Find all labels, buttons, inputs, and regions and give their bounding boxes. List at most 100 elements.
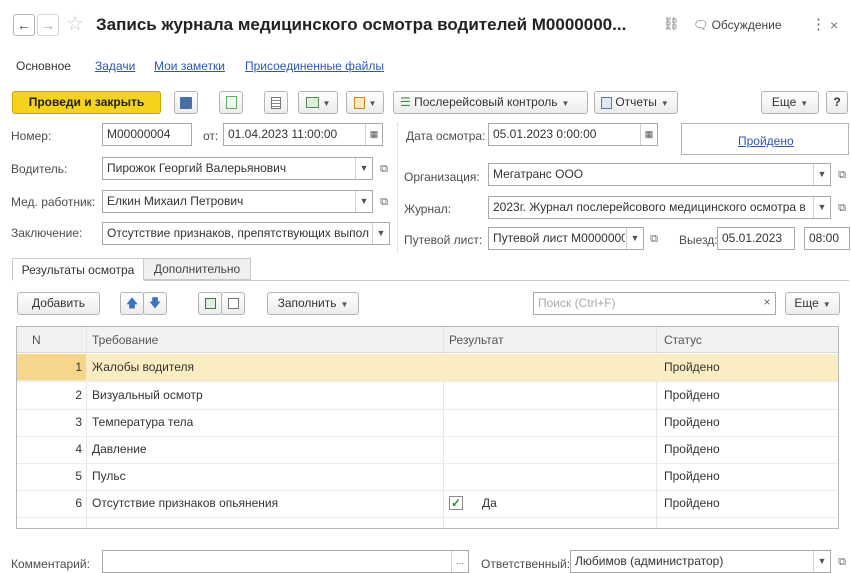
- from-date-field[interactable]: 01.04.2023 11:00:00 ▦: [223, 123, 383, 146]
- kebab-menu-icon[interactable]: ⋮: [811, 14, 826, 36]
- open-responsible-icon[interactable]: ⧉: [835, 555, 849, 569]
- post-and-close-label: Проведи и закрыть: [28, 95, 145, 109]
- save-button[interactable]: [174, 91, 198, 114]
- status-link[interactable]: Пройдено: [738, 134, 794, 148]
- chevron-down-icon[interactable]: ▼: [813, 551, 830, 572]
- departure-time-field[interactable]: 08:00: [804, 227, 850, 250]
- search-clear-button[interactable]: ×: [758, 292, 776, 315]
- checklist-icon: ☰: [400, 95, 411, 109]
- row-number: 4: [75, 442, 82, 456]
- chevron-down-icon[interactable]: ▼: [355, 158, 372, 179]
- column-header-n[interactable]: N: [32, 333, 41, 347]
- uncheck-all-icon: [227, 298, 239, 310]
- conclusion-field[interactable]: Отсутствие признаков, препятствующих вып…: [102, 222, 390, 245]
- medic-value: Елкин Михаил Петрович: [107, 194, 244, 208]
- waybill-field[interactable]: Путевой лист М0000000 ▼: [488, 227, 644, 250]
- requirement-cell: Давление: [92, 442, 147, 456]
- table-more-button[interactable]: Еще ▼: [785, 292, 840, 315]
- row-number: 5: [75, 469, 82, 483]
- back-button[interactable]: ←: [13, 14, 35, 36]
- requirement-cell: Температура тела: [92, 415, 194, 429]
- post-and-close-button[interactable]: Проведи и закрыть: [12, 91, 161, 114]
- exam-date-field[interactable]: 05.01.2023 0:00:00 ▦: [488, 123, 658, 146]
- medic-field[interactable]: Елкин Михаил Петрович ▼: [102, 190, 373, 213]
- journal-field[interactable]: 2023г. Журнал послерейсового медицинског…: [488, 196, 831, 219]
- result-checkbox[interactable]: ✓: [449, 496, 463, 510]
- open-waybill-icon[interactable]: ⧉: [647, 232, 661, 246]
- post-button[interactable]: [219, 91, 243, 114]
- discussion-label: Обсуждение: [711, 18, 782, 32]
- column-header-requirement[interactable]: Требование: [92, 333, 158, 347]
- calendar-icon[interactable]: ▦: [640, 124, 657, 145]
- responsible-label: Ответственный:: [481, 557, 571, 571]
- driver-field[interactable]: Пирожок Георгий Валерьянович ▼: [102, 157, 373, 180]
- tab-additional[interactable]: Дополнительно: [144, 258, 251, 280]
- column-header-status[interactable]: Статус: [664, 333, 702, 347]
- discussion-button[interactable]: 🗨 Обсуждение: [693, 14, 782, 36]
- responsible-field[interactable]: Любимов (администратор) ▼: [570, 550, 831, 573]
- create-based-icon: [353, 96, 365, 109]
- tab-main[interactable]: Основное: [16, 59, 71, 73]
- tab-tasks[interactable]: Задачи: [95, 59, 135, 73]
- open-medic-icon[interactable]: ⧉: [377, 195, 391, 209]
- chevron-down-icon[interactable]: ▼: [626, 228, 643, 249]
- post-trip-control-button[interactable]: ☰ Послерейсовый контроль ▼: [393, 91, 588, 114]
- forward-button[interactable]: →: [37, 14, 59, 36]
- link-icon[interactable]: ⛓: [663, 16, 680, 32]
- create-based-button[interactable]: ▼: [346, 91, 384, 114]
- search-input[interactable]: Поиск (Ctrl+F): [533, 292, 776, 315]
- exam-date-value: 05.01.2023 0:00:00: [493, 127, 597, 141]
- close-icon[interactable]: ×: [830, 14, 838, 36]
- comment-field[interactable]: …: [102, 550, 469, 573]
- organization-value: Мегатранс ООО: [493, 167, 584, 181]
- requirement-cell: Пульс: [92, 469, 126, 483]
- tab-additional-label: Дополнительно: [153, 262, 241, 276]
- driver-label: Водитель:: [11, 162, 68, 176]
- more-actions-button[interactable]: Еще ▼: [761, 91, 819, 114]
- tab-exam-results[interactable]: Результаты осмотра: [12, 258, 144, 281]
- table-row[interactable]: 2 Визуальный осмотр Пройдено: [17, 382, 838, 410]
- chevron-down-icon[interactable]: ▼: [813, 197, 830, 218]
- window-title: Запись журнала медицинского осмотра води…: [96, 15, 627, 34]
- column-header-result[interactable]: Результат: [449, 333, 504, 347]
- open-journal-icon[interactable]: ⧉: [835, 201, 849, 215]
- table-row[interactable]: 4 Давление Пройдено: [17, 436, 838, 464]
- reports-label: Отчеты: [615, 95, 657, 109]
- fill-label: Заполнить: [277, 296, 337, 310]
- table-row[interactable]: 6 Отсутствие признаков опьянения ✓ Да Пр…: [17, 490, 838, 518]
- check-all-button[interactable]: [198, 292, 222, 315]
- open-driver-icon[interactable]: ⧉: [377, 162, 391, 176]
- departure-date-field[interactable]: 05.01.2023: [717, 227, 795, 250]
- open-organization-icon[interactable]: ⧉: [835, 168, 849, 182]
- ellipsis-icon[interactable]: …: [451, 551, 468, 572]
- journal-value: 2023г. Журнал послерейсового медицинског…: [493, 200, 806, 214]
- floppy-icon: [180, 96, 192, 109]
- number-field[interactable]: М00000004: [102, 123, 192, 146]
- requirement-cell: Отсутствие признаков опьянения: [92, 496, 279, 510]
- help-label: ?: [833, 95, 841, 109]
- table-row[interactable]: 3 Температура тела Пройдено: [17, 409, 838, 437]
- move-up-button[interactable]: 🡅: [120, 292, 144, 315]
- fill-button[interactable]: Заполнить ▼: [267, 292, 359, 315]
- chevron-down-icon[interactable]: ▼: [355, 191, 372, 212]
- help-button[interactable]: ?: [826, 91, 848, 114]
- tab-notes[interactable]: Мои заметки: [154, 59, 225, 73]
- move-down-button[interactable]: 🡇: [143, 292, 167, 315]
- calendar-icon[interactable]: ▦: [365, 124, 382, 145]
- structure-button[interactable]: [264, 91, 288, 114]
- table-row[interactable]: 1 Жалобы водителя Пройдено: [17, 354, 838, 382]
- table-row[interactable]: 5 Пульс Пройдено: [17, 463, 838, 491]
- add-row-button[interactable]: Добавить: [17, 292, 100, 315]
- tab-attached-files[interactable]: Присоединенные файлы: [245, 59, 384, 73]
- chevron-down-icon[interactable]: ▼: [813, 164, 830, 185]
- number-value: М00000004: [107, 127, 171, 141]
- reports-button[interactable]: Отчеты ▼: [594, 91, 678, 114]
- conclusion-value: Отсутствие признаков, препятствующих вып…: [107, 226, 369, 240]
- uncheck-all-button[interactable]: [221, 292, 245, 315]
- organization-field[interactable]: Мегатранс ООО ▼: [488, 163, 831, 186]
- status-cell: Пройдено: [664, 388, 720, 402]
- chevron-down-icon[interactable]: ▼: [372, 223, 389, 244]
- row-number: 1: [75, 360, 82, 374]
- favorite-star-icon[interactable]: ☆: [66, 12, 84, 36]
- related-docs-button[interactable]: ▼: [298, 91, 338, 114]
